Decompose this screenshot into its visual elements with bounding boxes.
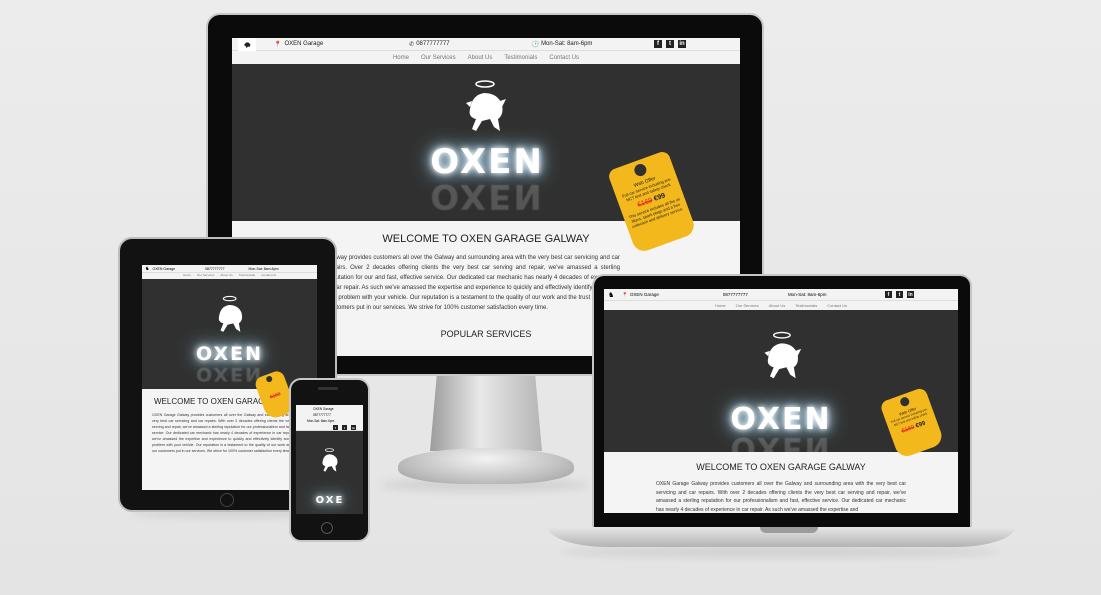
main-nav: Home Our Services About Us Testimonials …: [232, 51, 740, 64]
linkedin-icon[interactable]: in: [907, 291, 914, 298]
tag-hole: [898, 396, 911, 408]
phone-text[interactable]: 0877777777: [205, 267, 224, 271]
brand-reflection: OXEN: [430, 176, 544, 216]
offer-new-price: €99: [915, 420, 927, 430]
social-links: f t in: [333, 425, 356, 430]
nav-contact[interactable]: Contact Us: [827, 303, 847, 308]
phone-text[interactable]: 0877777777: [723, 292, 748, 297]
nav-services[interactable]: Our Services: [736, 303, 759, 308]
map-marker-icon: 📍: [274, 41, 282, 48]
nav-testimonials[interactable]: Testimonials: [795, 303, 817, 308]
offer-old-price: €169: [269, 391, 282, 401]
monitor-stand-neck: [430, 376, 542, 451]
map-marker-icon: 📍: [622, 291, 628, 297]
bull-logo-icon: [466, 80, 506, 131]
nav-contact[interactable]: Contact Us: [549, 55, 579, 61]
social-links: f t in: [654, 40, 686, 48]
offer-old-price: €169: [900, 424, 916, 435]
phone-screen: OXEN Garage 0877777777 Mon-Sat: 8am-6pm …: [296, 405, 363, 514]
hours-text: Mon-Sat: 8am-6pm: [307, 419, 335, 423]
bull-logo-icon: [764, 331, 802, 379]
facebook-icon[interactable]: f: [885, 291, 892, 298]
phone-item[interactable]: ✆ 0877777777: [409, 41, 449, 48]
location-text: OXEN Garage: [284, 41, 324, 47]
brand-wordmark: OXE: [315, 495, 345, 506]
bull-logo-icon: ♞: [608, 291, 615, 299]
nav-services[interactable]: Our Services: [421, 55, 456, 61]
bull-logo-icon: [218, 295, 243, 332]
hours-text: Mon-Sat: 8am-6pm: [787, 292, 827, 297]
location-text: OXEN Garage: [152, 266, 176, 271]
linkedin-icon[interactable]: in: [351, 425, 356, 430]
intro-paragraph: OXEN Garage Galway provides customers al…: [656, 481, 906, 513]
main-nav: Home Our Services About Us Testimonials …: [604, 301, 958, 310]
bull-logo-icon: [322, 448, 338, 472]
social-links: f t in: [885, 291, 914, 298]
location-text: OXEN Garage: [629, 292, 659, 297]
tag-hole: [632, 162, 649, 178]
logo-mini[interactable]: [238, 38, 256, 51]
nav-about[interactable]: About Us: [468, 55, 493, 61]
laptop-screen: ♞ 📍 OXEN Garage 0877777777 Mon-Sat: 8am-…: [604, 289, 958, 513]
hours-item: 🕑 Mon-Sat: 8am-6pm: [532, 41, 593, 48]
twitter-icon[interactable]: t: [342, 425, 347, 430]
nav-about[interactable]: About Us: [769, 303, 785, 308]
phone-icon: ✆: [409, 41, 415, 48]
nav-home[interactable]: Home: [715, 303, 726, 308]
tag-hole: [265, 375, 274, 383]
linkedin-icon[interactable]: in: [678, 40, 686, 48]
top-bar: OXEN Garage 0877777777 Mon-Sat: 8am-6pm …: [296, 405, 363, 431]
hours-text: Mon-Sat: 8am-6pm: [248, 266, 279, 271]
location-item: 📍 OXEN Garage: [274, 41, 323, 48]
monitor-stand-base: [398, 448, 574, 484]
tablet-home-button[interactable]: [220, 493, 234, 507]
facebook-icon[interactable]: f: [654, 40, 662, 48]
clock-icon: 🕑: [531, 41, 540, 48]
brand-wordmark: OXEN: [195, 343, 263, 365]
phone-speaker: [318, 387, 338, 390]
nav-home[interactable]: Home: [393, 55, 409, 61]
laptop-notch: [760, 527, 818, 533]
bull-logo-icon: ♞: [145, 265, 150, 272]
phone-home-button[interactable]: [321, 522, 333, 534]
hero-banner: OXE: [296, 431, 363, 514]
top-bar: ♞ OXEN Garage 0877777777 Mon-Sat: 8am-6p…: [142, 265, 317, 273]
hero-banner: OXEN OXEN: [142, 279, 317, 389]
phone-text[interactable]: 0877777777: [313, 413, 331, 417]
phone-text: 0877777777: [416, 41, 450, 47]
nav-testimonials[interactable]: Testimonials: [504, 55, 537, 61]
top-bar: ♞ 📍 OXEN Garage 0877777777 Mon-Sat: 8am-…: [604, 289, 958, 301]
hours-text: Mon-Sat: 8am-6pm: [541, 41, 593, 47]
facebook-icon[interactable]: f: [333, 425, 338, 430]
twitter-icon[interactable]: t: [666, 40, 674, 48]
twitter-icon[interactable]: t: [896, 291, 903, 298]
welcome-section: WELCOME TO OXEN GARAGE GALWAY OXEN Garag…: [604, 452, 958, 513]
top-bar: 📍 OXEN Garage ✆ 0877777777 🕑 Mon-Sat: 8a…: [232, 38, 740, 51]
location-text: OXEN Garage: [313, 407, 334, 411]
bull-logo-icon: [244, 42, 251, 48]
